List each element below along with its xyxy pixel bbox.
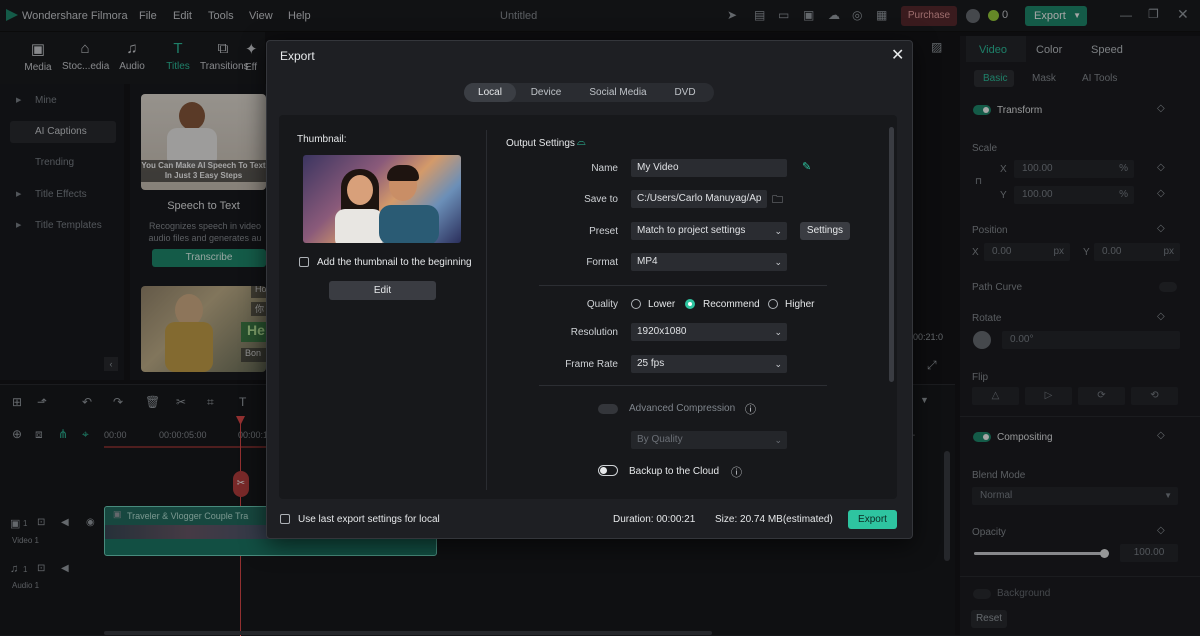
chevron-down-icon: ⌄ [774, 257, 782, 267]
toggle-knob [600, 467, 607, 474]
use-last-settings-checkbox[interactable] [280, 514, 290, 524]
thumb-person-1 [335, 209, 383, 243]
resolution-select[interactable]: 1920x1080 ⌄ [631, 323, 787, 341]
settings-button[interactable]: Settings [800, 222, 850, 240]
add-thumbnail-checkbox[interactable] [299, 257, 309, 267]
thumb-hair-2 [387, 165, 419, 181]
use-last-settings-label: Use last export settings for local [298, 514, 440, 525]
chevron-down-icon: ⌄ [774, 359, 782, 369]
export-button[interactable]: Export [848, 510, 897, 529]
by-quality-select[interactable]: By Quality ⌄ [631, 431, 787, 449]
save-to-input[interactable]: C:/Users/Carlo Manuyag/Ap [631, 190, 767, 208]
edit-thumbnail-button[interactable]: Edit [329, 281, 436, 300]
quality-label: Quality [586, 299, 618, 310]
thumbnail-label: Thumbnail: [297, 134, 347, 145]
name-label: Name [591, 163, 618, 174]
add-thumbnail-label: Add the thumbnail to the beginning [317, 257, 472, 268]
frame-rate-select[interactable]: 25 fps ⌄ [631, 355, 787, 373]
duration-text: Duration: 00:00:21 [613, 514, 696, 525]
save-to-label: Save to [584, 194, 618, 205]
tab-local[interactable]: Local [464, 83, 516, 102]
help-icon[interactable]: ⓘ [731, 464, 742, 480]
quality-lower-radio[interactable] [631, 299, 641, 309]
chevron-down-icon: ⌄ [774, 435, 782, 445]
export-dialog: Export ✕ Local Device Social Media DVD T… [266, 40, 913, 539]
thumb-person-2 [379, 205, 439, 243]
by-quality-value: By Quality [637, 434, 683, 445]
divider [539, 285, 827, 286]
format-select[interactable]: MP4 ⌄ [631, 253, 787, 271]
frame-rate-label: Frame Rate [565, 359, 618, 370]
chevron-down-icon: ⌄ [774, 226, 782, 236]
quality-lower-label: Lower [648, 299, 676, 310]
folder-icon[interactable]: 🗀 [772, 191, 783, 210]
quality-recommend-label: Recommend [703, 299, 760, 310]
export-settings-area: Thumbnail: Add the thumbnail to the begi… [279, 115, 897, 499]
divider [539, 385, 827, 386]
resolution-label: Resolution [570, 327, 618, 338]
settings-scrollbar[interactable] [889, 127, 894, 382]
chevron-down-icon: ⌄ [774, 327, 782, 337]
tab-social-media[interactable]: Social Media [580, 83, 656, 102]
close-icon[interactable]: ✕ [891, 45, 904, 65]
frame-rate-value: 25 fps [637, 358, 665, 369]
quality-recommend-radio[interactable] [685, 299, 695, 309]
size-text: Size: 20.74 MB(estimated) [715, 514, 833, 525]
quality-higher-label: Higher [785, 299, 815, 310]
name-input[interactable]: My Video [631, 159, 787, 177]
dialog-title: Export [280, 49, 315, 63]
resolution-value: 1920x1080 [637, 326, 687, 337]
cap-icon: ⌓ [577, 136, 586, 148]
column-divider [486, 130, 487, 490]
export-tabs: Local Device Social Media DVD [464, 83, 714, 102]
tab-dvd[interactable]: DVD [662, 83, 708, 102]
format-value: MP4 [637, 256, 658, 267]
output-settings-heading: Output Settings [506, 138, 575, 149]
tab-device[interactable]: Device [519, 83, 573, 102]
advanced-compression-label: Advanced Compression [629, 403, 736, 414]
preset-value: Match to project settings [637, 225, 746, 236]
advanced-compression-toggle[interactable] [598, 404, 618, 414]
backup-cloud-toggle[interactable] [598, 465, 618, 476]
backup-cloud-label: Backup to the Cloud [629, 466, 720, 477]
thumb-face-1 [347, 175, 373, 205]
thumbnail-image [303, 155, 461, 243]
preset-select[interactable]: Match to project settings ⌄ [631, 222, 787, 240]
quality-higher-radio[interactable] [768, 299, 778, 309]
ai-rename-icon[interactable]: ✎ [802, 160, 811, 173]
preset-label: Preset [589, 226, 618, 237]
help-icon[interactable]: ⓘ [745, 401, 756, 417]
format-label: Format [586, 257, 618, 268]
